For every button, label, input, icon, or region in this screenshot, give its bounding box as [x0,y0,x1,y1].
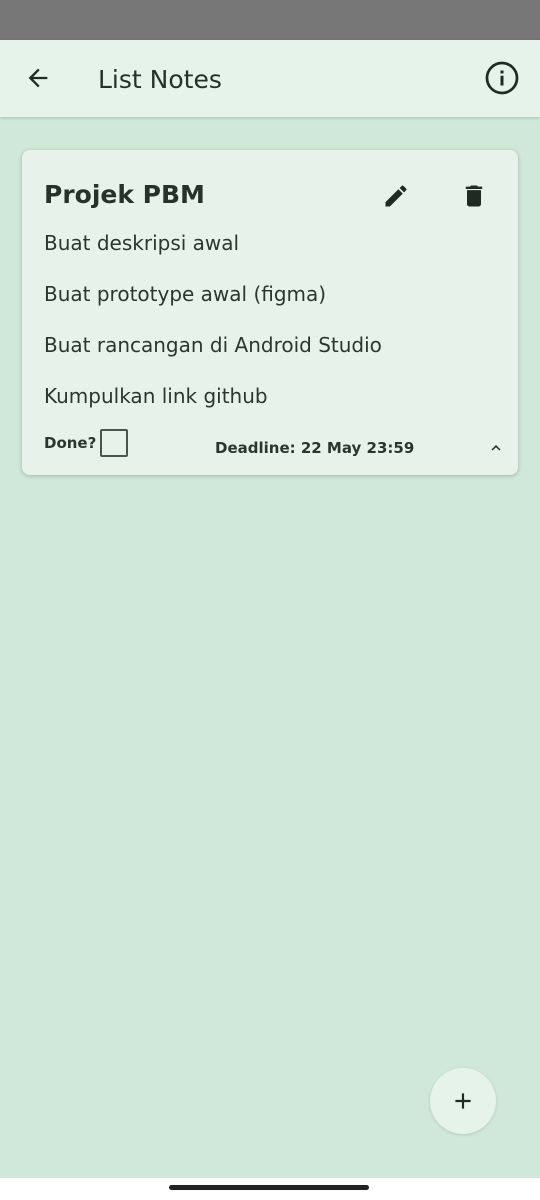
app-bar: List Notes [0,40,540,117]
add-note-button[interactable] [430,1068,496,1134]
info-outline-icon [485,61,519,95]
edit-note-button[interactable] [374,174,418,218]
collapse-button[interactable] [484,436,508,460]
pencil-icon [385,185,407,207]
note-title: Projek PBM [44,180,205,209]
task-item: Buat rancangan di Android Studio [44,333,382,357]
task-item: Buat deskripsi awal [44,231,240,255]
deadline-text: Deadline: 22 May 23:59 [215,439,415,457]
home-indicator[interactable] [169,1185,369,1190]
trash-icon [465,185,483,207]
back-button[interactable] [14,54,62,102]
task-item: Buat prototype awal (figma) [44,282,327,306]
done-checkbox[interactable] [100,429,128,457]
delete-note-button[interactable] [452,174,496,218]
arrow-back-icon [28,68,48,88]
done-label: Done? [44,434,97,452]
task-list: Buat deskripsi awal Buat prototype awal … [44,228,484,432]
page-title: List Notes [98,65,222,94]
plus-icon [455,1093,471,1109]
note-card[interactable]: Projek PBM Buat deskripsi awal Buat prot… [22,150,518,475]
status-bar [0,0,540,40]
info-button[interactable] [478,54,526,102]
chevron-up-icon [491,445,501,451]
navigation-bar [0,1178,540,1200]
task-item: Kumpulkan link github [44,384,268,408]
